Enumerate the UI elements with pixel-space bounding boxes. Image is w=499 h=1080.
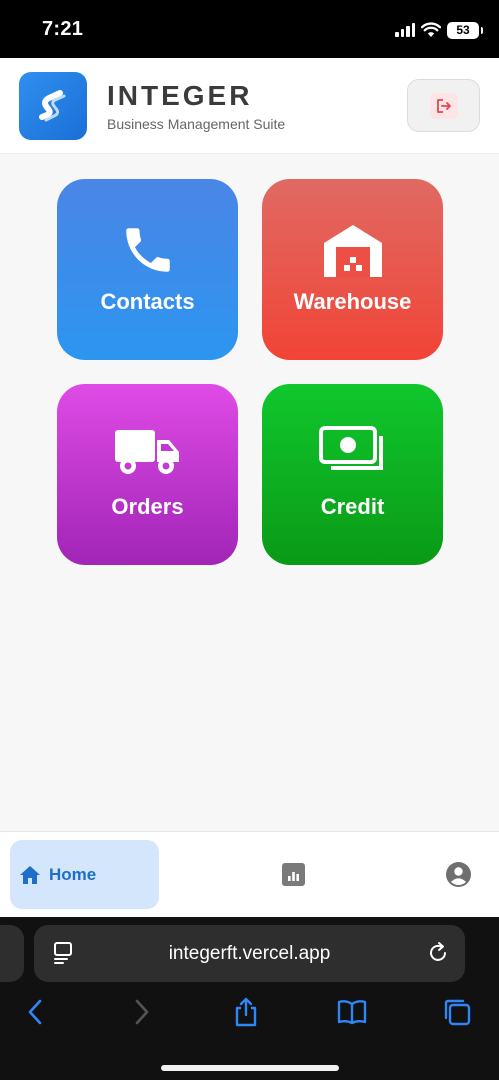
app-title: INTEGER bbox=[107, 80, 253, 111]
tabs-icon bbox=[444, 999, 471, 1026]
wifi-icon bbox=[421, 22, 441, 37]
warehouse-tile[interactable]: Warehouse bbox=[262, 179, 443, 360]
previous-tab-peek[interactable] bbox=[0, 925, 24, 982]
tabs-button[interactable] bbox=[442, 997, 472, 1027]
cellular-signal-icon bbox=[395, 23, 415, 37]
bookmarks-button[interactable] bbox=[337, 997, 367, 1027]
home-icon bbox=[20, 865, 40, 884]
address-bar[interactable]: integerft.vercel.app bbox=[34, 925, 465, 982]
logout-button[interactable] bbox=[407, 79, 480, 132]
nav-home-tab[interactable]: Home bbox=[10, 840, 159, 909]
nav-home-label: Home bbox=[49, 864, 97, 884]
app-header: INTEGER Business Management Suite bbox=[0, 58, 499, 154]
chevron-left-icon bbox=[28, 999, 42, 1025]
share-button[interactable] bbox=[231, 997, 261, 1027]
browser-chrome: integerft.vercel.app bbox=[0, 917, 499, 1080]
share-icon bbox=[235, 997, 257, 1027]
bottom-navigation: Home bbox=[0, 831, 499, 917]
logo-s-icon bbox=[39, 90, 66, 122]
app-logo bbox=[19, 72, 87, 140]
forward-button[interactable] bbox=[127, 997, 157, 1027]
phone-icon bbox=[125, 228, 170, 272]
warehouse-label: Warehouse bbox=[293, 289, 412, 314]
profile-icon[interactable] bbox=[446, 862, 471, 887]
back-button[interactable] bbox=[20, 997, 50, 1027]
battery-icon: 53 bbox=[447, 21, 483, 39]
url-text: integerft.vercel.app bbox=[168, 943, 331, 964]
truck-icon bbox=[114, 430, 179, 474]
reload-icon[interactable] bbox=[428, 941, 450, 965]
contacts-tile[interactable]: Contacts bbox=[57, 179, 238, 360]
status-indicators: 53 bbox=[395, 20, 483, 40]
status-bar: 7:21 53 bbox=[0, 0, 499, 58]
app-subtitle: Business Management Suite bbox=[107, 116, 286, 132]
book-icon bbox=[337, 1000, 367, 1025]
logout-icon bbox=[429, 92, 458, 119]
home-indicator bbox=[161, 1065, 339, 1071]
chevron-right-icon bbox=[135, 999, 149, 1025]
money-icon bbox=[318, 426, 383, 470]
credit-label: Credit bbox=[320, 494, 385, 519]
status-time: 7:21 bbox=[42, 18, 84, 40]
warehouse-icon bbox=[323, 225, 382, 277]
orders-label: Orders bbox=[111, 494, 184, 519]
contacts-label: Contacts bbox=[100, 289, 195, 314]
orders-tile[interactable]: Orders bbox=[57, 384, 238, 565]
credit-tile[interactable]: Credit bbox=[262, 384, 443, 565]
stats-icon[interactable] bbox=[282, 863, 305, 886]
